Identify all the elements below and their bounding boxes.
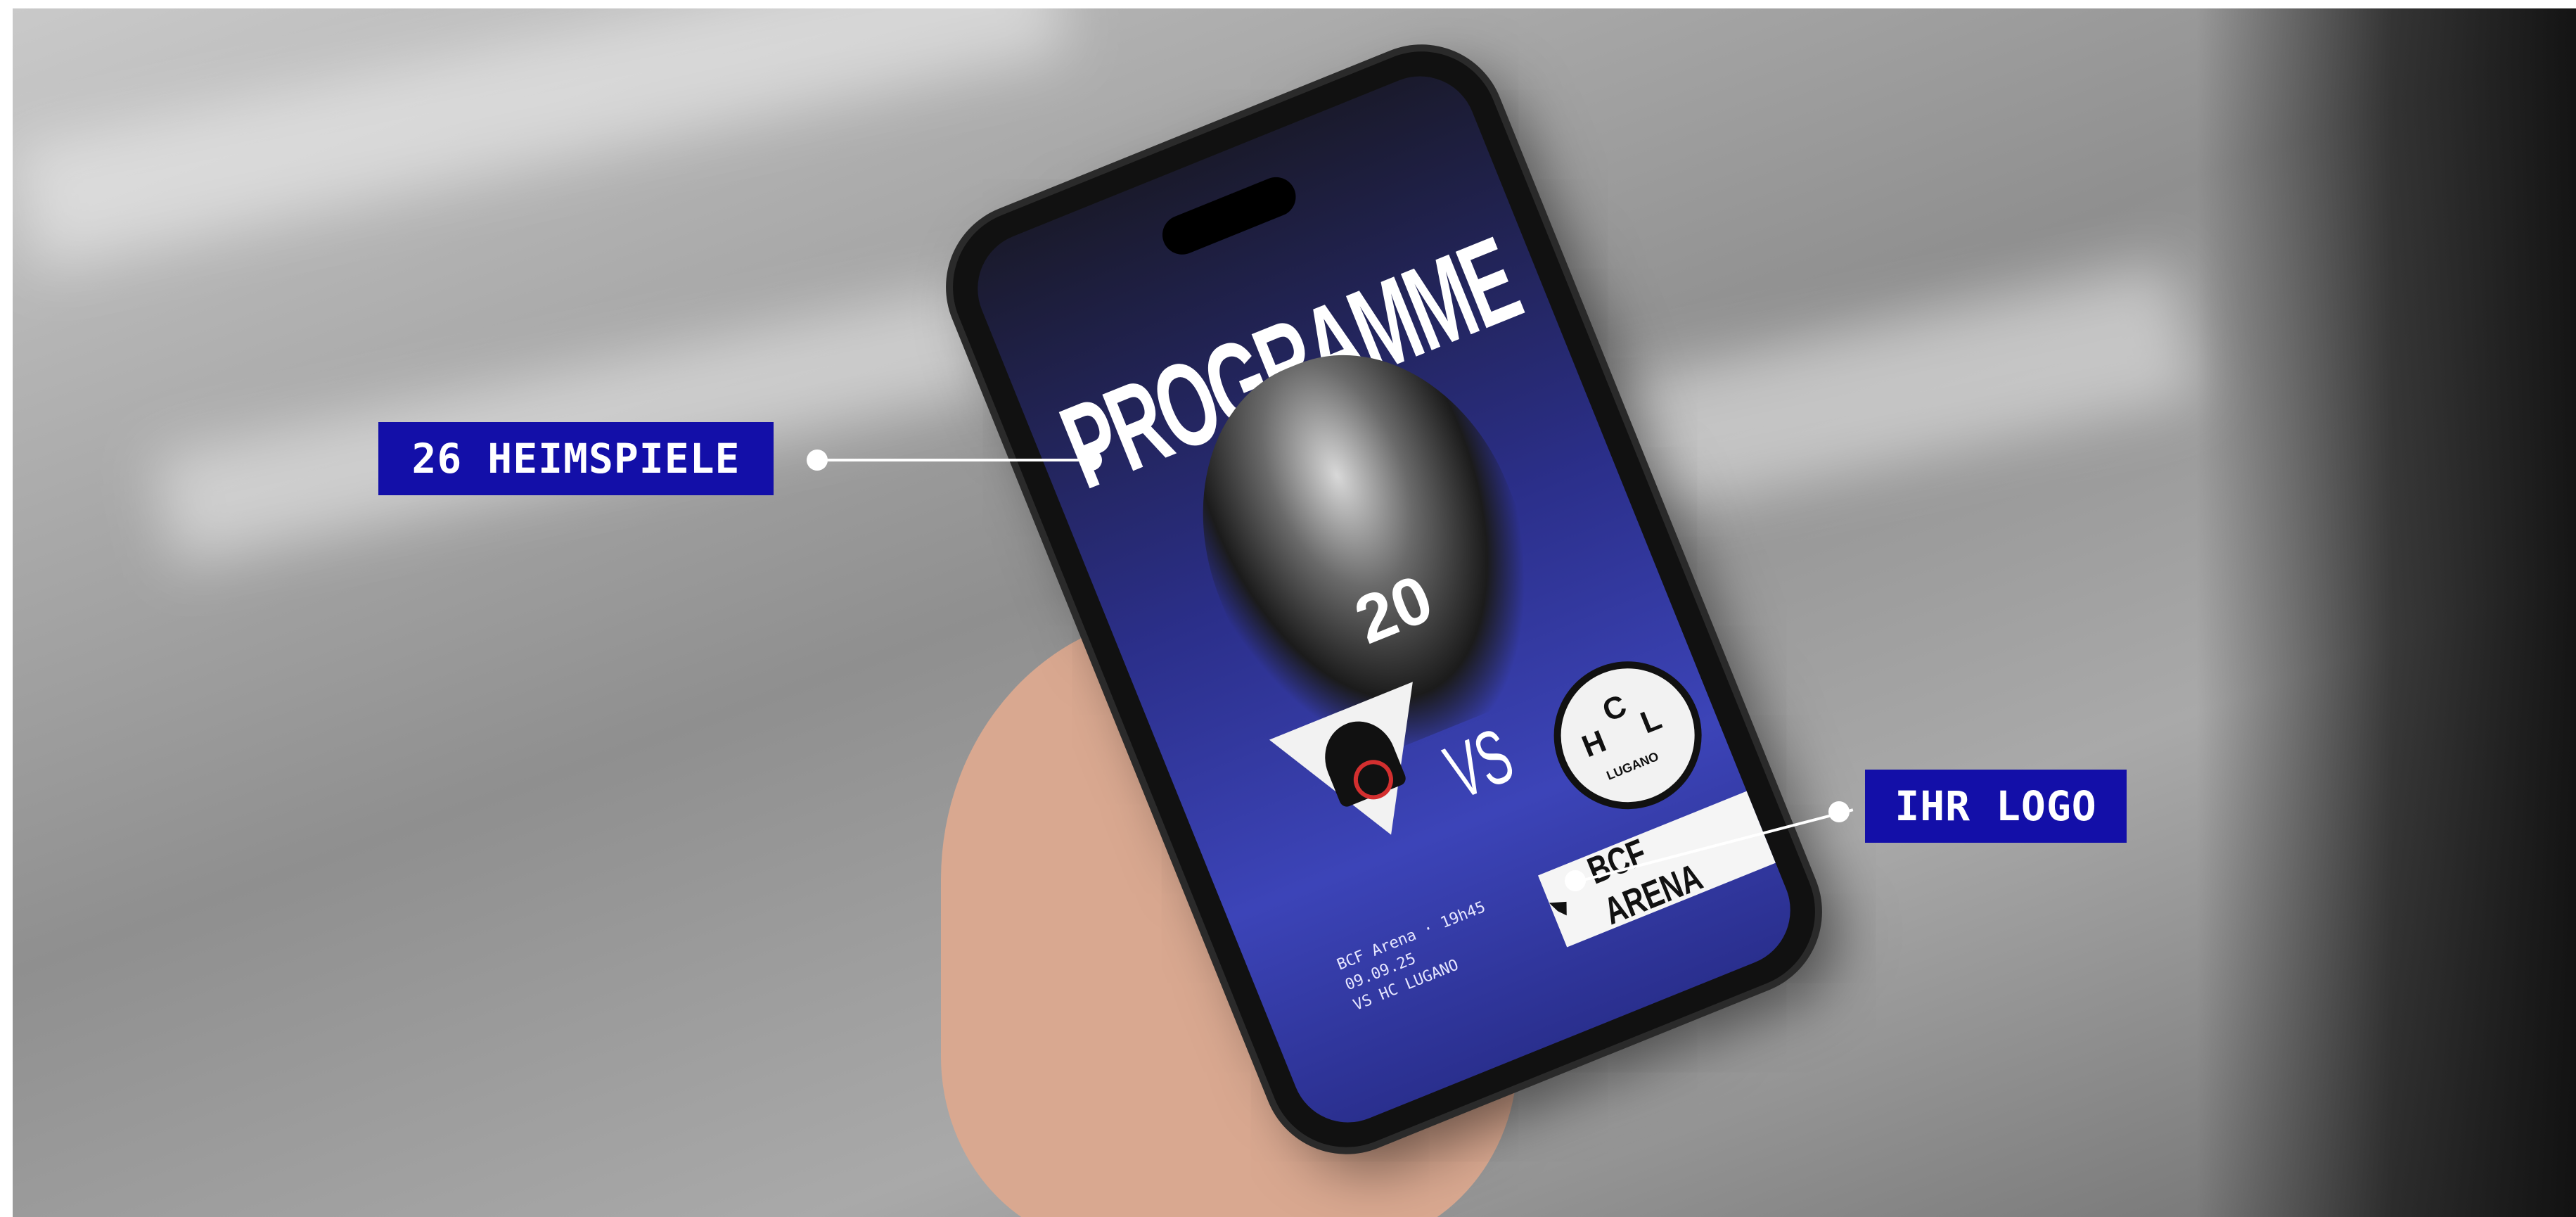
light-streak bbox=[13, 8, 1070, 272]
person-shadow bbox=[2196, 8, 2576, 1217]
badge-letter: C bbox=[1597, 688, 1632, 729]
away-team-badge: H C L LUGANO bbox=[1531, 639, 1724, 831]
callout-label-heimspiele: 26 HEIMSPIELE bbox=[378, 422, 774, 495]
callout-dot bbox=[807, 450, 828, 471]
dynamic-island bbox=[1156, 171, 1302, 261]
flag-icon bbox=[1549, 897, 1572, 920]
callout-label-logo: IHR LOGO bbox=[1865, 770, 2127, 843]
match-info: BCF Arena · 19h45 09.09.25 VS HC LUGANO bbox=[1334, 897, 1505, 1017]
light-streak bbox=[151, 266, 1070, 567]
callout-dot bbox=[1565, 870, 1586, 891]
badge-caption: LUGANO bbox=[1604, 748, 1661, 783]
background-photo: PROGRAMME 20 VS H C L LUGANO BCF Arena ·… bbox=[13, 8, 2576, 1217]
callout-dot bbox=[1081, 450, 1102, 471]
sponsor-logo-block: BCF ARENA bbox=[1537, 791, 1776, 948]
badge-letter: H bbox=[1577, 723, 1611, 765]
callout-connector bbox=[817, 459, 1091, 461]
callout-dot bbox=[1828, 801, 1850, 822]
sponsor-text: BCF ARENA bbox=[1582, 831, 1708, 934]
badge-letter: L bbox=[1636, 701, 1667, 741]
